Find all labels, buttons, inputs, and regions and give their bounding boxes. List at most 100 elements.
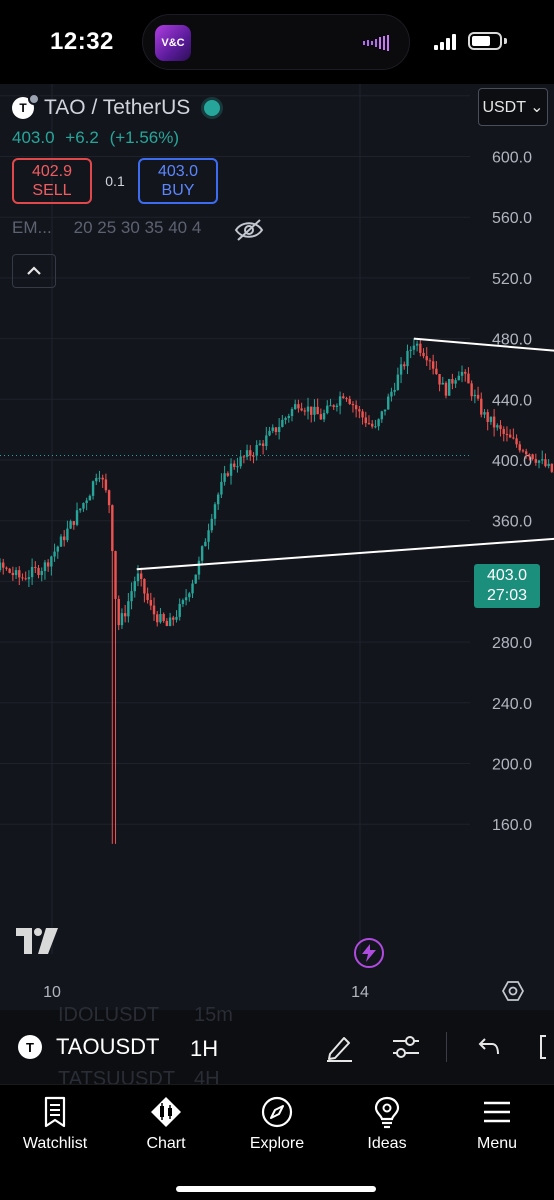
candle-body xyxy=(515,438,518,445)
candle-body xyxy=(184,597,188,601)
candle-body xyxy=(88,495,92,501)
ghost-interval-1: 15m xyxy=(194,1004,233,1026)
candle-body xyxy=(425,356,428,361)
undo-icon[interactable] xyxy=(472,1032,504,1062)
candle-body xyxy=(310,406,313,415)
candle-body xyxy=(412,345,416,350)
home-indicator xyxy=(176,1186,376,1192)
candle-body xyxy=(252,455,255,457)
candle-body xyxy=(435,368,438,375)
candle-body xyxy=(152,605,156,615)
interval-selector[interactable]: 1H xyxy=(190,1036,218,1062)
candle-body xyxy=(508,434,512,438)
candle-body xyxy=(303,410,307,412)
nav-chart[interactable]: Chart xyxy=(116,1095,216,1153)
candle-body xyxy=(40,571,43,576)
trendline-resistance[interactable] xyxy=(413,337,554,418)
candle-body xyxy=(396,374,400,390)
candle-body xyxy=(361,411,364,418)
candle-body xyxy=(274,427,278,433)
candle-body xyxy=(43,562,47,572)
buy-label: BUY xyxy=(161,182,195,199)
market-open-indicator xyxy=(204,100,221,116)
battery-icon xyxy=(468,32,502,50)
candle-body xyxy=(265,435,268,447)
now-playing-artwork[interactable]: V&C xyxy=(155,25,191,61)
toolbar-symbol: TAOUSDT xyxy=(56,1034,160,1059)
candle-body xyxy=(441,382,444,385)
candle-body xyxy=(14,570,18,576)
candle-body xyxy=(521,450,525,452)
price-axis-label: 560.0 xyxy=(492,210,532,227)
candle-body xyxy=(351,404,355,406)
chart-settings-icon[interactable] xyxy=(502,980,524,1002)
candle-body xyxy=(502,429,505,434)
candle-body xyxy=(316,406,319,415)
candle-body xyxy=(290,409,294,417)
dynamic-island[interactable]: V&C xyxy=(142,14,410,70)
candle-body xyxy=(200,546,204,561)
indicators-icon[interactable] xyxy=(390,1032,422,1062)
candle-body xyxy=(37,567,40,576)
candle-body xyxy=(457,375,461,381)
currency-selector[interactable]: USDT ⌄ xyxy=(478,88,548,126)
candle-body xyxy=(480,398,483,415)
candle-body xyxy=(473,394,477,397)
candle-body xyxy=(197,560,201,575)
candle-body xyxy=(403,364,406,367)
candle-body xyxy=(268,430,271,436)
candle-body xyxy=(496,425,499,428)
candle-body xyxy=(194,574,197,584)
chart-area[interactable]: 680.0640.0600.0560.0520.0480.0440.0400.0… xyxy=(0,84,554,1010)
price-axis-label: 440.0 xyxy=(492,392,532,409)
candle-body xyxy=(136,573,140,582)
symbol-selector[interactable]: T TAOUSDT xyxy=(18,1034,159,1060)
buy-button[interactable]: 403.0 BUY xyxy=(138,158,218,204)
candle-body xyxy=(239,456,242,467)
nav-explore[interactable]: Explore xyxy=(227,1095,327,1153)
nav-ideas[interactable]: Ideas xyxy=(337,1095,437,1153)
candle-body xyxy=(91,481,95,496)
fullscreen-icon[interactable] xyxy=(536,1032,554,1062)
candle-body xyxy=(335,405,339,407)
candle-body xyxy=(428,360,432,362)
candle-body xyxy=(249,450,252,456)
hide-indicator-eye-icon[interactable] xyxy=(234,218,264,242)
candle-body xyxy=(537,460,541,463)
candle-body xyxy=(242,456,246,458)
candle-body xyxy=(85,500,88,504)
symbol-title[interactable]: TAO / TetherUS xyxy=(44,96,190,120)
candle-body xyxy=(123,613,127,617)
hamburger-icon xyxy=(484,1101,510,1123)
nav-watchlist[interactable]: Watchlist xyxy=(5,1095,105,1153)
sell-button[interactable]: 402.9 SELL xyxy=(12,158,92,204)
candle-body xyxy=(399,364,403,375)
candle-body xyxy=(550,463,554,472)
candle-body xyxy=(95,478,98,482)
price-axis-label: 280.0 xyxy=(492,635,532,652)
chart-toolbar: IDOLUSDT 15m TATSUUSDT 4H T TAOUSDT 1H xyxy=(0,1004,554,1090)
candle-body xyxy=(338,396,342,406)
indicator-name: EM... xyxy=(12,218,52,237)
nav-menu-label: Menu xyxy=(476,1135,518,1152)
candle-body xyxy=(255,445,258,456)
candle-body xyxy=(531,454,534,460)
collapse-legend-button[interactable] xyxy=(12,254,56,288)
candle-body xyxy=(258,443,262,446)
candle-body xyxy=(447,379,451,396)
quick-actions-button[interactable] xyxy=(354,938,384,968)
candle-body xyxy=(370,423,374,427)
current-price-label: 403.0 27:03 xyxy=(474,564,540,608)
candle-body xyxy=(104,479,108,491)
price-axis-label: 240.0 xyxy=(492,696,532,713)
drawing-tools-icon[interactable] xyxy=(324,1032,356,1062)
tao-coin-icon: T xyxy=(18,1035,42,1059)
nav-menu[interactable]: Menu xyxy=(447,1095,547,1153)
indicator-legend[interactable]: EM... 20 25 30 35 40 4 xyxy=(12,218,264,238)
candle-body xyxy=(271,427,274,431)
candle-body xyxy=(21,577,24,579)
audio-waveform-icon xyxy=(363,35,389,51)
trade-buttons: 402.9 SELL 0.1 403.0 BUY xyxy=(12,158,220,204)
candle-body xyxy=(322,413,326,420)
candle-body xyxy=(34,566,37,568)
